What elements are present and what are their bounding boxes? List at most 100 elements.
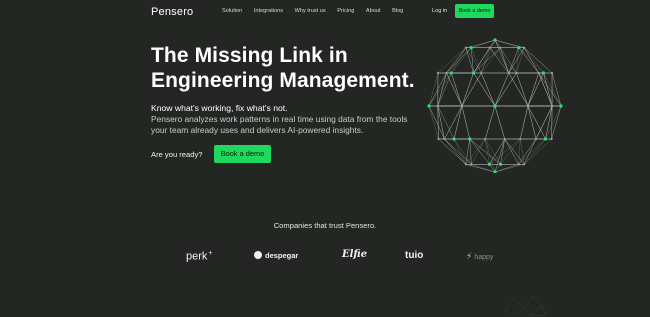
nav-item-pricing[interactable]: Pricing xyxy=(337,8,354,14)
sphere-node xyxy=(517,46,521,50)
sphere-node xyxy=(550,104,554,108)
sphere-edge xyxy=(471,164,496,173)
hero-book-demo-button[interactable]: Book a demo xyxy=(214,145,271,163)
sphere-edge xyxy=(543,72,553,107)
pensero-logo[interactable]: Pensero xyxy=(151,6,193,18)
sphere-edge xyxy=(481,47,490,74)
sphere-edge xyxy=(451,47,467,74)
corner-edge xyxy=(511,307,525,317)
sphere-node xyxy=(523,46,526,49)
sphere-edge xyxy=(489,47,509,74)
despegar-logo: despegar xyxy=(254,251,298,260)
hero-subhead: Know what's working, fix what's not. xyxy=(151,103,288,113)
sphere-edge xyxy=(438,138,467,165)
corner-edge xyxy=(529,314,547,317)
corner-edge xyxy=(529,305,543,317)
nav-item-solution[interactable]: Solution xyxy=(222,8,242,14)
sphere-node xyxy=(541,71,546,75)
sphere-edge xyxy=(489,138,521,165)
nav-book-demo-button[interactable]: Book a demo xyxy=(455,4,494,18)
sphere-edge xyxy=(494,164,519,173)
sphere-node xyxy=(480,71,483,75)
sphere-edge xyxy=(508,47,519,74)
sphere-node xyxy=(443,137,446,141)
sphere-node xyxy=(517,163,520,166)
sphere-edge xyxy=(527,105,546,140)
sphere-edge xyxy=(428,105,445,140)
sphere-node xyxy=(498,162,503,166)
sphere-edge xyxy=(446,72,463,107)
sphere-edge xyxy=(471,47,482,74)
sphere-node xyxy=(499,46,502,49)
sphere-node xyxy=(503,137,506,141)
corner-edge xyxy=(523,295,534,309)
sphere-edge xyxy=(523,138,552,165)
sphere-node xyxy=(507,71,510,75)
sphere-edge xyxy=(551,105,562,140)
nav-item-blog[interactable]: Blog xyxy=(392,8,403,14)
hero-description: Pensero analyzes work patterns in real t… xyxy=(151,114,408,136)
sphere-edge xyxy=(473,47,501,74)
sphere-node xyxy=(449,71,453,75)
login-link[interactable]: Log in xyxy=(432,8,447,14)
sphere-edge xyxy=(551,72,562,107)
cta-label: Are you ready? xyxy=(151,150,203,159)
sphere-node xyxy=(437,137,440,141)
sphere-edge xyxy=(446,47,467,74)
sphere-edge xyxy=(494,39,519,48)
sphere-edge xyxy=(494,72,517,107)
sphere-node xyxy=(493,104,497,108)
hero-headline-line2: Engineering Management. xyxy=(151,68,415,92)
nav-item-about[interactable]: About xyxy=(366,8,381,14)
sphere-edge xyxy=(518,47,544,74)
zigzag-icon: ⚡ xyxy=(466,251,473,261)
corner-network-graphic xyxy=(504,295,547,317)
corner-edge xyxy=(532,295,543,307)
sphere-edge xyxy=(437,72,447,107)
sphere-edge xyxy=(461,105,470,140)
despegar-mark-icon xyxy=(254,251,262,259)
sphere-edge xyxy=(465,138,470,165)
happy-logo: ⚡ happy xyxy=(466,251,494,261)
sphere-edge xyxy=(520,138,525,165)
sphere-edge xyxy=(489,47,517,74)
nav-item-why-trust-us[interactable]: Why trust us xyxy=(295,8,326,14)
company-logos: perk+ despegar Elfie tuio ⚡ happy xyxy=(0,248,650,268)
sphere-node xyxy=(487,162,492,166)
sphere-edge xyxy=(469,138,472,165)
sphere-edge xyxy=(485,138,496,173)
sphere-edge xyxy=(523,47,544,74)
sphere-edge xyxy=(545,105,562,140)
corner-edge xyxy=(513,297,525,309)
sphere-edge xyxy=(437,105,445,140)
hero-headline: The Missing Link in Engineering Manageme… xyxy=(151,44,431,93)
sphere-edge xyxy=(523,138,537,165)
sphere-edge xyxy=(504,138,519,165)
sphere-node xyxy=(537,71,540,75)
nav-item-integrations[interactable]: Integrations xyxy=(254,8,283,14)
sphere-node xyxy=(461,104,464,108)
sphere-edge xyxy=(469,138,501,165)
sphere-node xyxy=(515,71,518,75)
sphere-node xyxy=(427,104,431,108)
sphere-edge xyxy=(453,105,463,140)
sphere-node xyxy=(470,163,473,166)
sphere-node xyxy=(445,71,448,75)
sphere-edge xyxy=(444,138,472,165)
sphere-edge xyxy=(500,47,509,74)
tuio-logo: tuio xyxy=(405,250,424,261)
sphere-edge xyxy=(481,72,496,107)
sphere-edge xyxy=(428,72,439,107)
sphere-node xyxy=(543,137,548,141)
sphere-node xyxy=(468,137,472,141)
sphere-edge xyxy=(451,72,463,107)
sphere-edge xyxy=(481,47,501,74)
sphere-node xyxy=(471,71,476,75)
elfie-logo: Elfie xyxy=(342,249,368,260)
sphere-edge xyxy=(520,105,529,140)
sphere-edge xyxy=(494,72,509,107)
sphere-edge xyxy=(444,105,463,140)
sphere-edge xyxy=(527,72,544,107)
corner-edge xyxy=(541,305,547,316)
network-sphere-graphic xyxy=(427,38,563,173)
